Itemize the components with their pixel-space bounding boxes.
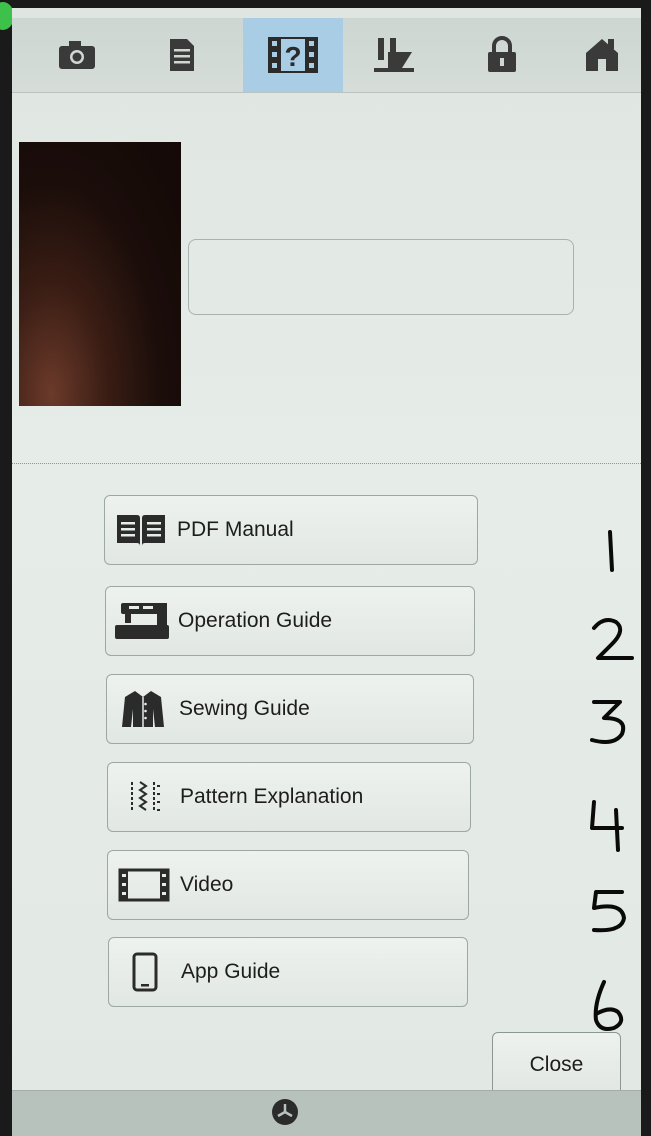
handwritten-number-3 [582,690,642,750]
info-display-box [188,239,574,315]
handwritten-digit [592,618,634,660]
pdf-manual-label: PDF Manual [177,518,294,541]
jacket-icon [107,689,179,729]
camera-icon [57,39,97,71]
handwritten-digit [590,700,626,744]
sewing-presser-foot-icon [372,36,418,74]
document-icon [168,37,196,73]
handwritten-digit [590,800,624,852]
sewing-guide-label: Sewing Guide [179,697,310,720]
sewing-machine-icon [106,601,178,641]
tab-camera[interactable] [27,18,127,92]
top-tab-bar: ? [12,18,641,93]
handwritten-digit [593,980,624,1031]
pdf-manual-button[interactable]: PDF Manual [104,495,478,565]
film-icon [108,868,180,902]
handwritten-number-5 [582,880,642,940]
handwritten-digit [592,890,626,933]
handwritten-number-4 [582,794,642,854]
preview-image [19,142,181,406]
book-icon [105,513,177,547]
help-icon: ? [267,36,319,74]
video-label: Video [180,873,234,896]
video-button[interactable]: Video [107,850,469,920]
app-guide-button[interactable]: App Guide [108,937,468,1007]
svg-text:?: ? [284,41,301,72]
bottom-status-bar [12,1090,641,1136]
sewing-machine-screen: ? PDF Manual Operation Guide Sewing Guid… [12,8,641,1136]
clock-icon[interactable] [270,1097,300,1132]
tab-document[interactable] [132,18,232,92]
handwritten-number-6 [582,974,642,1034]
operation-guide-button[interactable]: Operation Guide [105,586,475,656]
handwritten-number-2 [582,608,642,668]
home-icon [584,37,620,73]
tab-help[interactable]: ? [243,18,343,92]
pattern-explanation-label: Pattern Explanation [180,785,364,808]
tab-sewing[interactable] [345,18,445,92]
section-divider [12,463,641,464]
tab-home[interactable] [552,18,641,92]
sewing-guide-button[interactable]: Sewing Guide [106,674,474,744]
handwritten-digit [608,530,614,572]
handwritten-number-1 [582,520,642,580]
app-guide-label: App Guide [181,960,281,983]
close-button[interactable]: Close [492,1032,621,1098]
smartphone-icon [109,952,181,992]
stitch-pattern-icon [108,780,180,814]
pattern-explanation-button[interactable]: Pattern Explanation [107,762,471,832]
tab-lock[interactable] [452,18,552,92]
operation-guide-label: Operation Guide [178,609,333,632]
lock-icon [486,36,518,74]
